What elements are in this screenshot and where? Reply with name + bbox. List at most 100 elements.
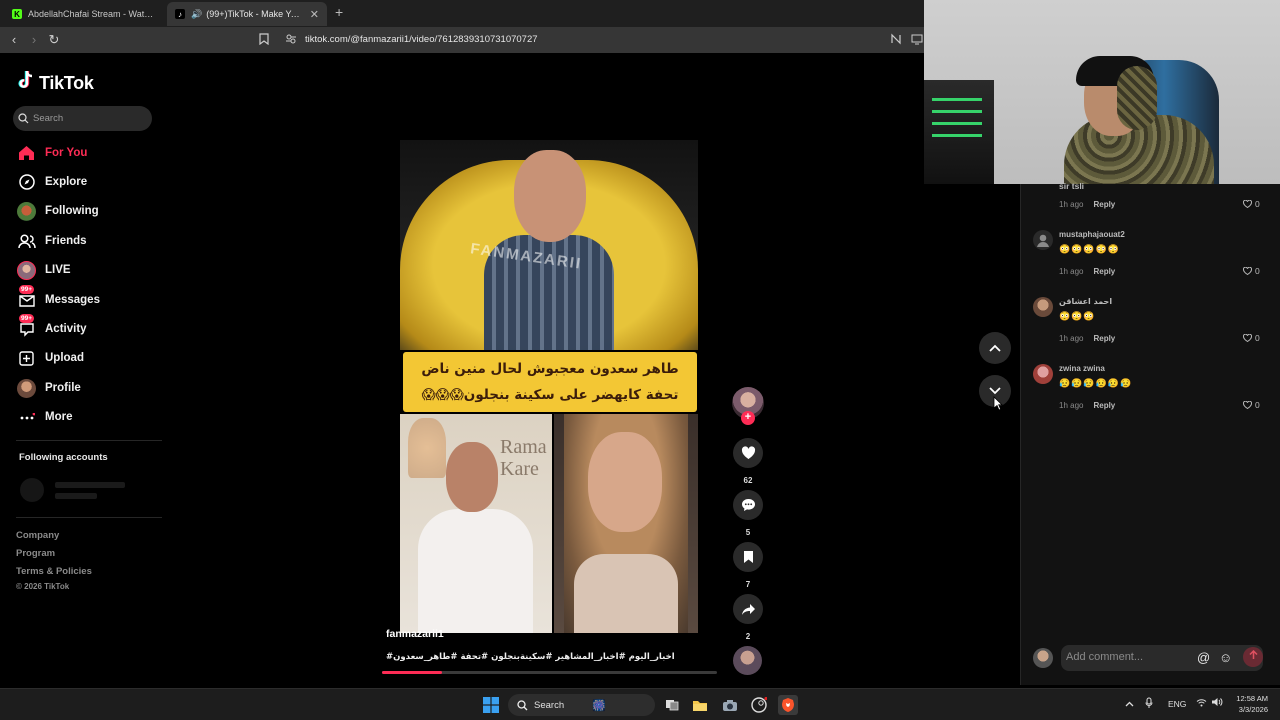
- language-indicator[interactable]: ENG: [1168, 699, 1186, 709]
- video-player[interactable]: FANMAZARII طاهر سعدون معجبوش لحال منين ن…: [400, 140, 698, 633]
- search-icon: [517, 699, 528, 710]
- friends-icon: [17, 232, 36, 251]
- nav-messages[interactable]: 99+ Messages: [17, 284, 100, 310]
- previous-video-button[interactable]: [979, 332, 1011, 364]
- comment-like[interactable]: 0: [1243, 266, 1260, 276]
- volume-icon[interactable]: [1211, 697, 1223, 709]
- tab-title: AbdellahChafai Stream - Watch Live :: [28, 9, 156, 19]
- tiktok-favicon-icon: ♪: [175, 9, 185, 19]
- browser-tab-stream[interactable]: K AbdellahChafai Stream - Watch Live :: [4, 2, 164, 26]
- comment-text: 😳😳😳😳😳: [1059, 244, 1121, 254]
- nav-profile[interactable]: Profile: [17, 378, 81, 398]
- music-disc-avatar[interactable]: [733, 646, 762, 675]
- my-avatar: [1033, 648, 1053, 668]
- comment-like[interactable]: 0: [1243, 400, 1260, 410]
- footer-terms-link[interactable]: Terms & Policies: [16, 566, 92, 577]
- commenter-avatar[interactable]: [1033, 297, 1053, 317]
- speaker-icon[interactable]: 🔊: [191, 9, 202, 20]
- search-input[interactable]: Search: [13, 106, 152, 131]
- profile-avatar-icon: [17, 378, 36, 398]
- webcam-overlay: [924, 0, 1280, 184]
- cast-icon[interactable]: [911, 33, 923, 48]
- follow-button[interactable]: +: [741, 411, 755, 425]
- nav-explore[interactable]: Explore: [17, 172, 87, 192]
- send-comment-button[interactable]: [1243, 647, 1263, 667]
- comment-text: 😥😥😥😥😥😥: [1059, 378, 1133, 388]
- task-view-icon[interactable]: [662, 695, 682, 715]
- heart-outline-icon: [1243, 401, 1252, 409]
- taskbar-search[interactable]: Search 🎆: [508, 694, 655, 716]
- mention-icon[interactable]: @: [1197, 650, 1210, 665]
- windows-start-icon[interactable]: [483, 697, 499, 718]
- clock-time: 12:58 AM: [1236, 694, 1268, 703]
- nav-activity[interactable]: 99+ Activity: [17, 313, 87, 339]
- comment-action[interactable]: 5: [733, 490, 763, 537]
- footer-company-link[interactable]: Company: [16, 530, 59, 541]
- comment-author[interactable]: zwina zwina: [1059, 364, 1105, 373]
- site-settings-icon[interactable]: [285, 33, 297, 48]
- wifi-icon[interactable]: [1196, 698, 1207, 709]
- comment-like-count: 0: [1255, 266, 1260, 276]
- skeleton-line: [55, 493, 97, 499]
- new-tab-button[interactable]: +: [335, 4, 343, 20]
- brave-browser-icon[interactable]: [778, 695, 798, 715]
- steam-icon[interactable]: [749, 695, 769, 715]
- bookmark-icon[interactable]: [259, 33, 269, 48]
- comment-author[interactable]: sir tsli: [1059, 181, 1084, 191]
- forward-icon[interactable]: ›: [26, 32, 42, 48]
- bookmark-icon[interactable]: [733, 542, 763, 572]
- browser-tab-tiktok[interactable]: ♪ 🔊 (99+)TikTok - Make Your Day ✕: [167, 2, 327, 26]
- nav-following[interactable]: Following: [17, 201, 99, 221]
- comment-author[interactable]: احمد اعشاقن: [1059, 297, 1112, 306]
- comment-like[interactable]: 0: [1243, 333, 1260, 343]
- tracking-shield-icon[interactable]: [890, 33, 902, 48]
- comment-like[interactable]: 0: [1243, 199, 1260, 209]
- nav-label: Activity: [45, 323, 87, 335]
- nav-friends[interactable]: Friends: [17, 231, 87, 251]
- nav-live[interactable]: LIVE: [17, 260, 71, 280]
- tray-overflow-icon[interactable]: [1125, 699, 1134, 709]
- emoji-icon[interactable]: ☺: [1219, 650, 1232, 665]
- kick-favicon-icon: K: [12, 9, 22, 19]
- reply-button[interactable]: Reply: [1093, 401, 1115, 410]
- address-bar: ‹ › ↻ tiktok.com/@fanmazarii1/video/7612…: [0, 27, 924, 53]
- nav-label: Friends: [45, 235, 87, 247]
- footer-program-link[interactable]: Program: [16, 548, 55, 559]
- tiktok-logo[interactable]: TikTok: [18, 70, 94, 96]
- share-action[interactable]: 2: [733, 594, 763, 641]
- save-action[interactable]: 7: [733, 542, 763, 589]
- video-progress-fill: [382, 671, 443, 674]
- back-icon[interactable]: ‹: [6, 32, 22, 48]
- share-arrow-icon[interactable]: [733, 594, 763, 624]
- reload-icon[interactable]: ↻: [46, 32, 62, 48]
- heart-icon[interactable]: [733, 438, 763, 468]
- like-action[interactable]: 62: [733, 438, 763, 485]
- nav-upload[interactable]: Upload: [17, 348, 84, 368]
- nav-for-you[interactable]: For You: [17, 143, 87, 163]
- skeleton-avatar: [20, 478, 44, 502]
- video-author[interactable]: fanmazarii1: [386, 628, 444, 640]
- reply-button[interactable]: Reply: [1093, 334, 1115, 343]
- live-avatar-icon: [17, 260, 36, 280]
- camera-app-icon[interactable]: [720, 695, 740, 715]
- nav-label: More: [45, 411, 73, 423]
- chevron-down-icon: [989, 387, 1001, 395]
- default-avatar-icon[interactable]: [1033, 230, 1053, 250]
- close-tab-icon[interactable]: ✕: [310, 8, 319, 21]
- url-text[interactable]: tiktok.com/@fanmazarii1/video/7612839310…: [305, 34, 538, 45]
- video-progress-bar[interactable]: [382, 671, 717, 674]
- file-explorer-icon[interactable]: [690, 695, 710, 715]
- commenter-avatar[interactable]: [1033, 364, 1053, 384]
- video-hashtags[interactable]: #اخبار_اليوم #اخبار_المشاهير #سكينةبنجلو…: [386, 652, 675, 662]
- comment-icon[interactable]: [733, 490, 763, 520]
- compass-icon: [17, 173, 36, 192]
- video-frame-top: FANMAZARII: [400, 140, 698, 350]
- taskbar-clock[interactable]: 12:58 AM 3/3/2026: [1226, 693, 1268, 715]
- nav-label: Following: [45, 205, 99, 217]
- nav-more[interactable]: More: [17, 407, 72, 427]
- add-comment-input[interactable]: Add comment... @ ☺: [1061, 645, 1263, 671]
- comment-author[interactable]: mustaphajaouat2: [1059, 230, 1125, 239]
- reply-button[interactable]: Reply: [1093, 200, 1115, 209]
- microphone-icon[interactable]: [1145, 697, 1153, 711]
- reply-button[interactable]: Reply: [1093, 267, 1115, 276]
